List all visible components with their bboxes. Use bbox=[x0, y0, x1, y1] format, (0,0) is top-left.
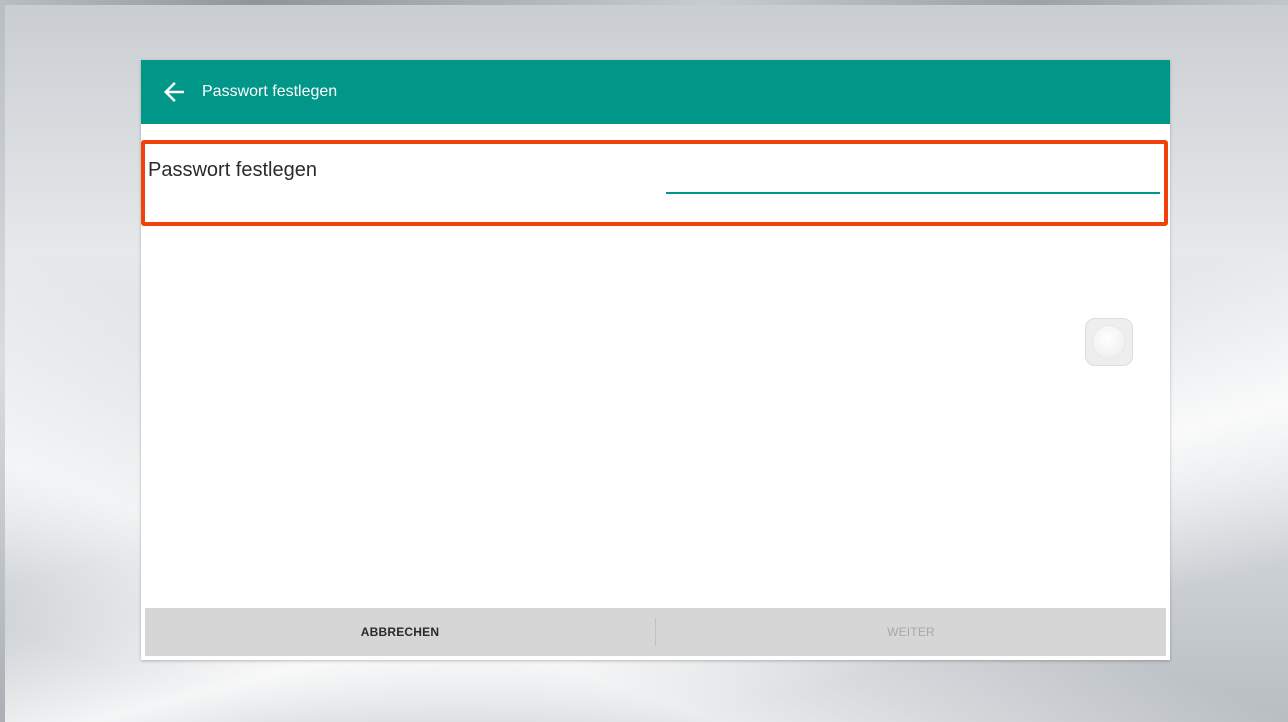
password-field-row: Passwort festlegen bbox=[141, 140, 1170, 226]
back-button[interactable] bbox=[159, 77, 189, 107]
password-label: Passwort festlegen bbox=[148, 159, 317, 181]
next-button[interactable]: WEITER bbox=[656, 608, 1166, 656]
page-title: Passwort festlegen bbox=[202, 83, 338, 100]
toggle-knob-icon[interactable] bbox=[1085, 318, 1133, 366]
arrow-left-icon bbox=[159, 77, 189, 107]
cancel-button[interactable]: ABBRECHEN bbox=[145, 608, 655, 656]
password-input[interactable] bbox=[666, 168, 1160, 194]
app-bar: Passwort festlegen bbox=[141, 60, 1170, 124]
left-edge-strip bbox=[0, 5, 5, 722]
top-edge-strip bbox=[0, 0, 1288, 5]
password-dialog: Passwort festlegen Passwort festlegen AB… bbox=[141, 60, 1170, 660]
button-bar: ABBRECHEN WEITER bbox=[145, 608, 1166, 656]
